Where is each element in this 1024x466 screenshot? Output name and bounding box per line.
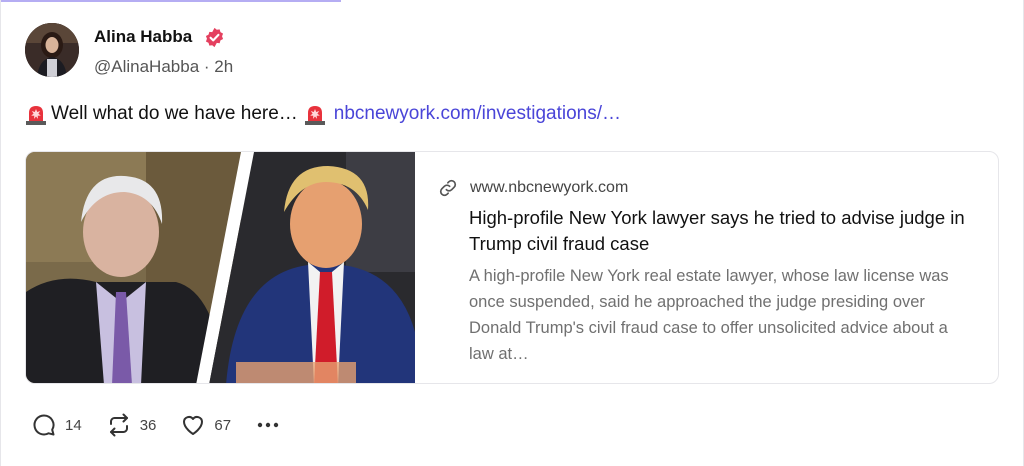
police-siren-icon (26, 106, 46, 125)
like-count: 67 (214, 416, 232, 434)
repost-count: 36 (139, 416, 157, 434)
article-image (26, 152, 415, 383)
author-handle[interactable]: @AlinaHabba (94, 57, 199, 76)
reply-count: 14 (65, 416, 82, 434)
meta-separator: · (203, 57, 210, 76)
card-description: A high-profile New York real estate lawy… (469, 267, 949, 363)
avatar[interactable] (25, 23, 79, 77)
more-options-button[interactable] (255, 412, 281, 438)
post-text: Well what do we have here… nbcnewyork.co… (25, 102, 621, 126)
like-button[interactable]: 67 (180, 412, 231, 438)
top-accent-bar (1, 0, 341, 2)
author-meta: @AlinaHabba · 2h (94, 57, 233, 77)
repost-icon (109, 413, 128, 437)
action-bar: 14 36 67 (31, 412, 305, 438)
link-icon (439, 179, 457, 197)
link-preview-card[interactable]: www.nbcnewyork.com High-profile New York… (25, 151, 999, 384)
post-link[interactable]: nbcnewyork.com/investigations/… (334, 103, 621, 125)
card-domain-row: www.nbcnewyork.com (438, 178, 628, 198)
post-time[interactable]: 2h (214, 57, 233, 76)
verified-badge-icon (205, 27, 224, 48)
reply-bubble-icon (33, 414, 55, 436)
police-siren-icon (304, 106, 325, 125)
post-card: Alina Habba @AlinaHabba · 2h Well what d… (0, 0, 1024, 466)
more-dots-icon (257, 422, 279, 428)
post-body-text: Well what do we have here… (51, 103, 298, 124)
author-name[interactable]: Alina Habba (94, 27, 192, 47)
card-domain: www.nbcnewyork.com (470, 179, 629, 196)
heart-icon (183, 416, 204, 435)
repost-button[interactable]: 36 (106, 412, 157, 438)
reply-button[interactable]: 14 (31, 412, 82, 438)
card-title[interactable]: High-profile New York lawyer says he tri… (469, 205, 969, 257)
